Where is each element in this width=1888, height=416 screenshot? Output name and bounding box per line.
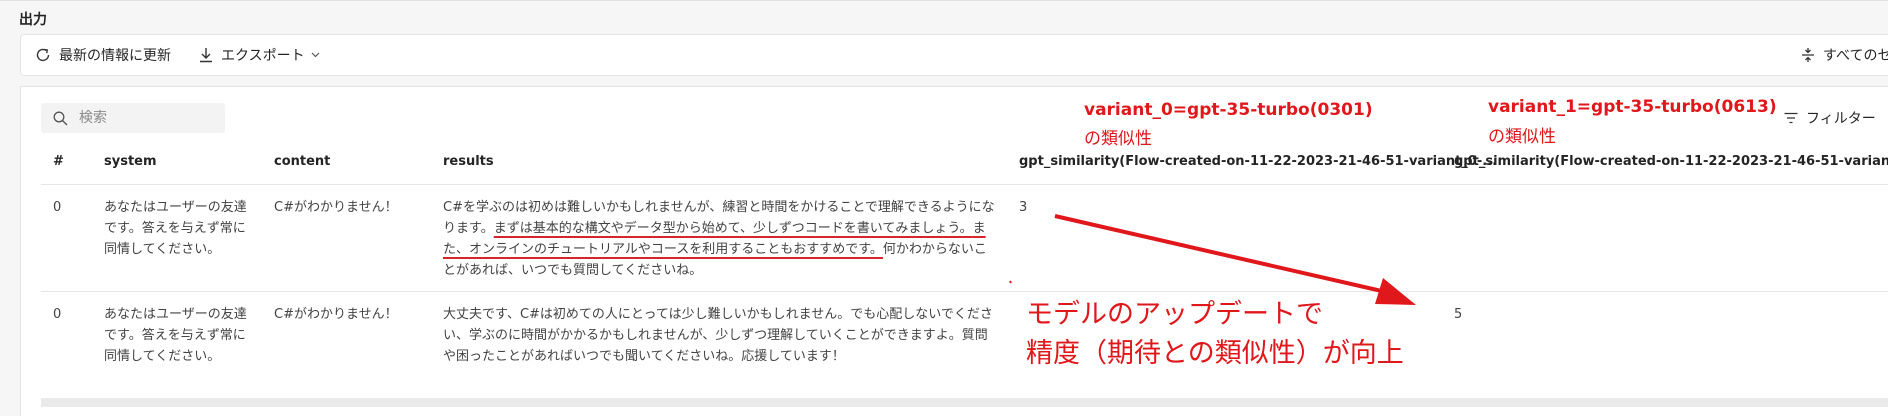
row1-results: 大丈夫です、C#は初めての人にとっては少し難しいかもしれません。でも心配しないで…: [443, 307, 993, 364]
row-divider: [41, 291, 1888, 292]
refresh-icon: [36, 48, 50, 62]
column-header-content[interactable]: content: [274, 154, 330, 169]
row1-system: あなたはユーザーの友達です。答えを与えず常に同情してください。: [104, 307, 247, 364]
column-options-icon: [1802, 48, 1814, 62]
select-all-label: すべてのセ: [1823, 48, 1888, 64]
filter-icon: [1784, 112, 1798, 124]
row1-content: C#がわかりません！: [274, 307, 398, 322]
column-header-similarity-variant1[interactable]: gpt_similarity(Flow-created-on-11-22-202…: [1454, 154, 1888, 169]
section-title: 出力: [19, 12, 47, 28]
row0-results: C#を学ぶのは初めは難しいかもしれませんが、練習と時間をかけることで理解できるよ…: [443, 197, 998, 281]
output-toolbar: 最新の情報に更新 エクスポート すべてのセ: [20, 34, 1888, 76]
row0-content: C#がわかりません！: [274, 200, 398, 215]
export-button[interactable]: エクスポート: [199, 35, 328, 75]
improvement-annotation-line2: 精度（期待との類似性）が向上: [1026, 338, 1404, 369]
search-input[interactable]: [79, 107, 219, 129]
chevron-down-icon: [311, 52, 320, 58]
refresh-label: 最新の情報に更新: [59, 48, 171, 64]
refresh-button[interactable]: 最新の情報に更新: [35, 35, 171, 75]
filter-button[interactable]: フィルター: [1784, 107, 1876, 129]
improvement-annotation-line1: モデルのアップデートで: [1026, 299, 1323, 330]
search-box[interactable]: [41, 103, 225, 133]
row1-index: 0: [53, 307, 62, 322]
row0-similarity-variant0: 3: [1019, 200, 1028, 215]
column-header-similarity-variant0[interactable]: gpt_similarity(Flow-created-on-11-22-202…: [1019, 154, 1497, 169]
variant0-annotation-title: variant_0=gpt-35-turbo(0301): [1084, 100, 1373, 120]
variant1-annotation-title: variant_1=gpt-35-turbo(0613): [1488, 97, 1777, 117]
column-options-button[interactable]: すべてのセ: [1801, 35, 1888, 75]
filter-label: フィルター: [1806, 111, 1876, 127]
column-header-system[interactable]: system: [104, 154, 157, 169]
top-divider: [0, 0, 1888, 1]
header-divider: [41, 184, 1888, 185]
search-icon: [53, 111, 68, 126]
column-header-results[interactable]: results: [443, 154, 494, 169]
variant1-annotation-subtitle: の類似性: [1488, 127, 1556, 147]
variant0-annotation-subtitle: の類似性: [1084, 129, 1152, 149]
download-icon: [200, 48, 212, 63]
row0-index: 0: [53, 200, 62, 215]
row1-similarity-variant1: 5: [1454, 307, 1463, 322]
row0-system: あなたはユーザーの友達です。答えを与えず常に同情してください。: [104, 200, 247, 257]
horizontal-scrollbar[interactable]: [41, 398, 1888, 407]
export-label: エクスポート: [221, 48, 305, 64]
row0-results-underlined-1: まずは基本的な構文やデータ型から始めて、少しずつコードを書いてみましょう。: [493, 221, 973, 236]
column-header-index[interactable]: #: [53, 154, 64, 169]
